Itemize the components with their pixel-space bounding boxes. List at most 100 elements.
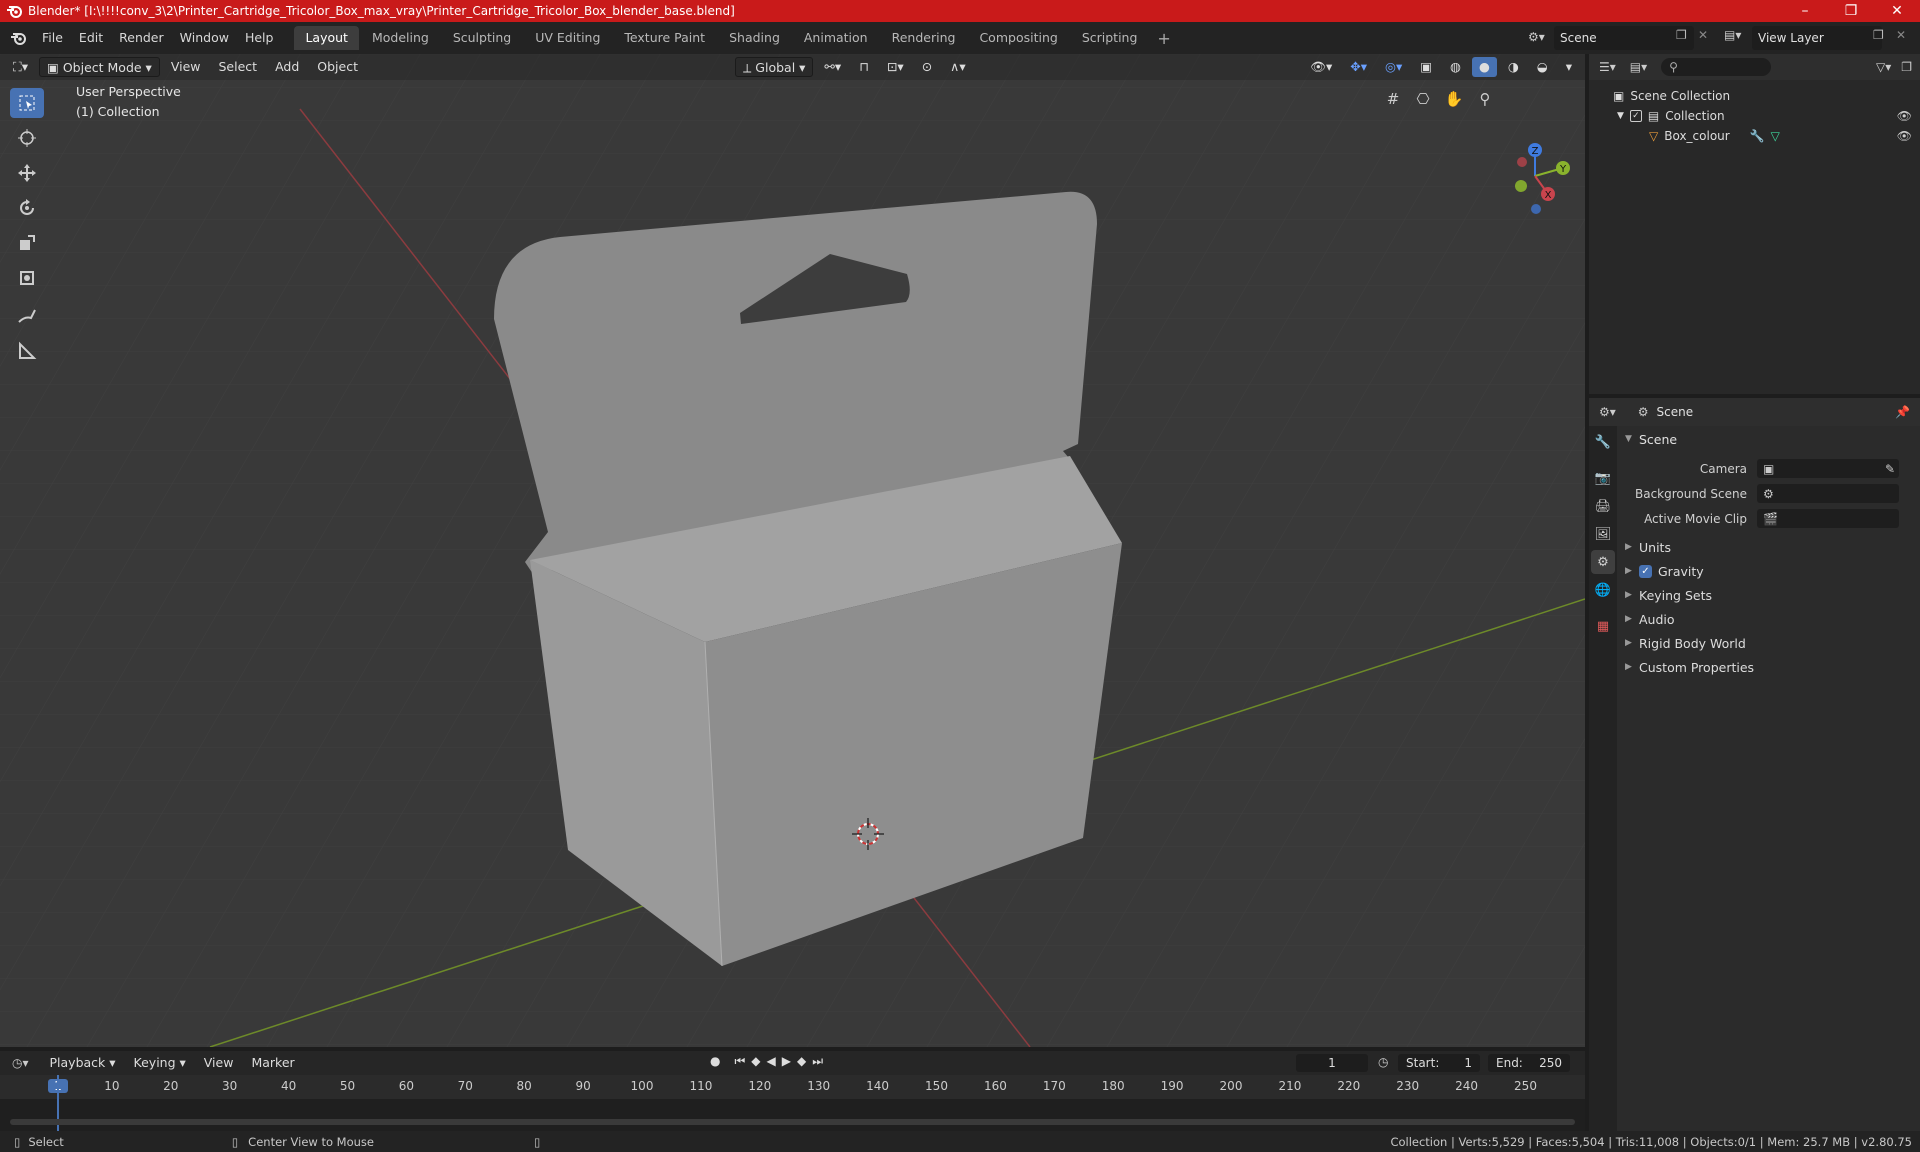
viewport-menu-add[interactable]: Add (268, 57, 306, 77)
add-workspace-button[interactable]: + (1149, 29, 1178, 48)
play-icon[interactable]: ▶ (782, 1054, 791, 1069)
outliner-search-input[interactable]: ⚲ (1661, 58, 1772, 76)
timeline-editor-icon[interactable]: ◷▾ (12, 1056, 29, 1070)
active-movie-clip-field[interactable]: 🎬 (1757, 509, 1899, 528)
pan-view-icon[interactable]: ✋ (1441, 86, 1467, 112)
play-reverse-icon[interactable]: ◀ (767, 1054, 776, 1069)
maximize-button[interactable]: ❐ (1828, 0, 1874, 22)
shading-options-icon[interactable]: ▾ (1559, 57, 1579, 77)
menu-help[interactable]: Help (237, 22, 282, 54)
texture-tab-icon[interactable]: ▦ (1591, 614, 1615, 638)
select-box-tool[interactable] (10, 88, 44, 118)
keying-sets-panel[interactable]: ▶ Keying Sets (1619, 583, 1920, 607)
view-layer-selector[interactable]: View Layer (1752, 26, 1882, 50)
camera-field[interactable]: ▣ ✎ (1757, 459, 1899, 478)
render-tab-icon[interactable]: 📷 (1591, 466, 1615, 490)
timeline-scrollbar[interactable] (10, 1119, 1575, 1125)
timeline-menu-marker[interactable]: Marker (244, 1053, 301, 1073)
tab-rendering[interactable]: Rendering (881, 26, 967, 50)
outliner-collection[interactable]: ▼ ✓ ▤ Collection 👁 (1589, 106, 1920, 126)
tab-shading[interactable]: Shading (718, 26, 791, 50)
timeline-menu-keying[interactable]: Keying ▾ (127, 1053, 193, 1073)
gravity-checkbox[interactable]: ✓ (1639, 564, 1652, 578)
start-frame-field[interactable]: Start: 1 (1398, 1054, 1480, 1072)
output-tab-icon[interactable]: 🖨 (1591, 494, 1615, 518)
orientation-dropdown[interactable]: ⟂ Global ▾ (734, 57, 814, 77)
rotate-tool[interactable] (10, 193, 44, 223)
expand-arrow-icon[interactable]: ▼ (1617, 111, 1624, 121)
visibility-icon[interactable]: 👁▾ (1303, 57, 1339, 77)
timeline-body[interactable] (0, 1075, 1585, 1131)
next-keyframe-icon[interactable]: ◆ (797, 1054, 806, 1069)
custom-properties-panel[interactable]: ▶ Custom Properties (1619, 655, 1920, 679)
new-scene-icon[interactable]: ❐ (1676, 28, 1687, 42)
3d-viewport[interactable]: Z Y X ⛶▾ ▣ Object Mode ▾ View Select Add… (0, 54, 1585, 1047)
viewport-canvas[interactable]: Z Y X (0, 54, 1585, 1047)
collection-checkbox[interactable]: ✓ (1629, 110, 1642, 122)
cursor-tool[interactable] (10, 123, 44, 153)
scene-type-icon[interactable]: ⚙▾ (1528, 30, 1545, 44)
tab-uv-editing[interactable]: UV Editing (524, 26, 611, 50)
scene-selector[interactable]: Scene (1554, 26, 1694, 50)
gravity-panel[interactable]: ▶ ✓ Gravity (1619, 559, 1920, 583)
box-colour-object[interactable] (494, 191, 1122, 967)
timeline-ruler[interactable]: 1102030405060708090100110120130140150160… (0, 1075, 1585, 1099)
view-layer-type-icon[interactable]: ▤▾ (1724, 28, 1741, 42)
timeline-menu-playback[interactable]: Playback ▾ (43, 1053, 123, 1073)
outliner-editor-icon[interactable]: ☰▾ (1599, 60, 1616, 74)
jump-end-icon[interactable]: ⏭ (812, 1054, 823, 1069)
tab-animation[interactable]: Animation (793, 26, 879, 50)
tab-layout[interactable]: Layout (294, 26, 359, 50)
filter-icon[interactable]: ▽▾ (1876, 60, 1891, 74)
camera-view-icon[interactable]: ⎔ (1410, 86, 1436, 112)
outliner-object[interactable]: ▽ Box_colour 🔧 ▽ 👁 (1589, 126, 1920, 146)
new-collection-icon[interactable]: ❐ (1901, 60, 1912, 74)
rigid-body-world-panel[interactable]: ▶ Rigid Body World (1619, 631, 1920, 655)
measure-tool[interactable] (10, 336, 44, 366)
gizmo-toggle-icon[interactable]: ✥▾ (1343, 57, 1374, 77)
material-shading-icon[interactable]: ◑ (1501, 57, 1526, 77)
toggle-camera-grid-icon[interactable]: # (1380, 86, 1406, 112)
eye-icon[interactable]: 👁 (1897, 129, 1912, 143)
proportional-edit-icon[interactable]: ⊙ (915, 57, 939, 77)
jump-start-icon[interactable]: ⏮ (734, 1054, 745, 1069)
clock-icon[interactable]: ◷ (1378, 1055, 1388, 1069)
current-frame-field[interactable]: 1 (1296, 1054, 1368, 1072)
falloff-icon[interactable]: ∧▾ (943, 57, 972, 77)
eye-icon[interactable]: 👁 (1897, 109, 1912, 123)
viewport-menu-object[interactable]: Object (310, 57, 365, 77)
tab-texture-paint[interactable]: Texture Paint (613, 26, 716, 50)
close-button[interactable]: ✕ (1874, 0, 1920, 22)
tool-tab-icon[interactable]: 🔧 (1591, 430, 1615, 454)
modifier-icon[interactable]: 🔧 (1750, 129, 1765, 143)
blender-menu-icon[interactable] (10, 31, 28, 45)
object-mode-dropdown[interactable]: ▣ Object Mode ▾ (39, 57, 160, 77)
pivot-point-icon[interactable]: ⚯▾ (817, 57, 848, 77)
minimize-button[interactable]: – (1782, 0, 1828, 22)
display-mode-icon[interactable]: ▤▾ (1630, 60, 1647, 74)
properties-editor-icon[interactable]: ⚙▾ (1599, 405, 1616, 419)
background-scene-field[interactable]: ⚙ (1757, 484, 1899, 503)
record-icon[interactable]: ● (710, 1054, 720, 1069)
tab-sculpting[interactable]: Sculpting (442, 26, 522, 50)
end-frame-field[interactable]: End: 250 (1488, 1054, 1570, 1072)
snap-icon[interactable]: ⊓ (852, 57, 876, 77)
rendered-shading-icon[interactable]: ◒ (1530, 57, 1555, 77)
pin-icon[interactable]: 📌 (1895, 405, 1910, 419)
transform-tool[interactable] (10, 263, 44, 293)
scale-tool[interactable] (10, 228, 44, 258)
timeline-menu-view[interactable]: View (197, 1053, 241, 1073)
tab-compositing[interactable]: Compositing (968, 26, 1068, 50)
tab-scripting[interactable]: Scripting (1071, 26, 1149, 50)
tab-modeling[interactable]: Modeling (361, 26, 440, 50)
menu-render[interactable]: Render (111, 22, 172, 54)
eyedropper-icon[interactable]: ✎ (1885, 462, 1895, 476)
solid-shading-icon[interactable]: ● (1471, 57, 1497, 77)
menu-file[interactable]: File (34, 22, 71, 54)
delete-view-layer-icon[interactable]: ✕ (1896, 28, 1906, 42)
move-tool[interactable] (10, 158, 44, 188)
annotate-tool[interactable] (10, 301, 44, 331)
units-panel[interactable]: ▶ Units (1619, 535, 1920, 559)
snap-target-icon[interactable]: ⊡▾ (880, 57, 911, 77)
prev-keyframe-icon[interactable]: ◆ (751, 1054, 760, 1069)
